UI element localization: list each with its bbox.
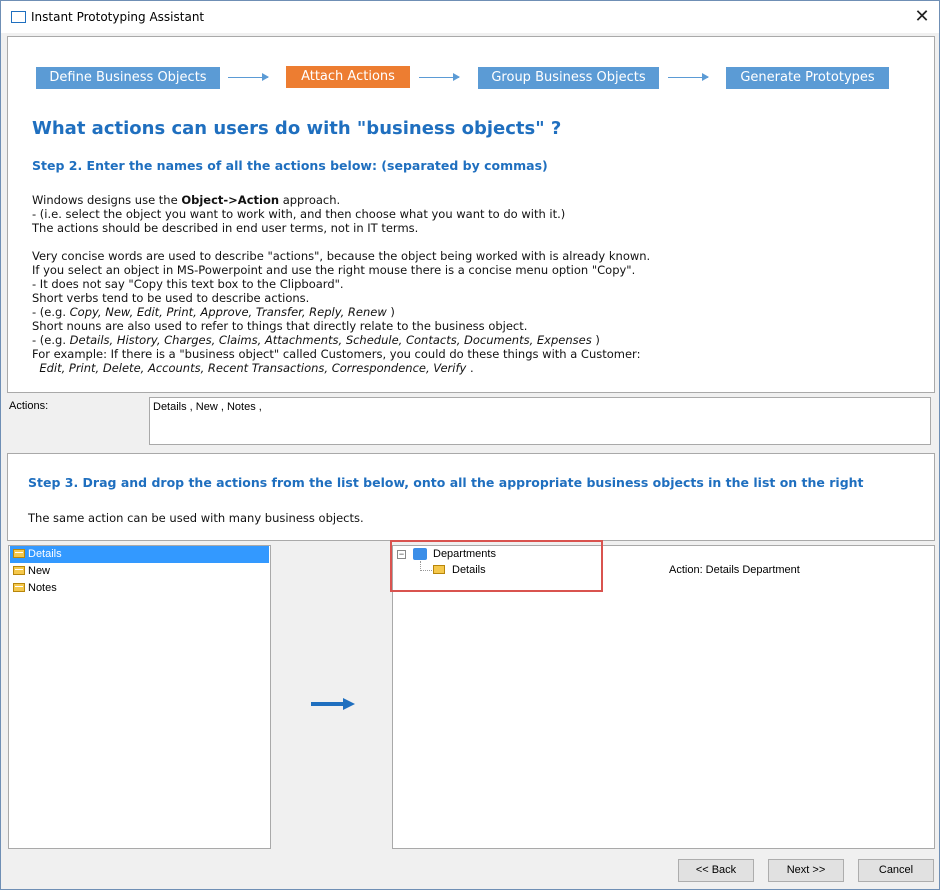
text-line: - (e.g. (32, 333, 70, 347)
list-item[interactable]: New (10, 563, 269, 580)
highlight-box (390, 540, 603, 592)
step-generate-prototypes[interactable]: Generate Prototypes (726, 67, 889, 89)
window-title: Instant Prototyping Assistant (31, 10, 205, 24)
text-line: approach. (279, 193, 341, 207)
action-description: Action: Details Department (669, 564, 800, 576)
text-line: Short verbs tend to be used to describe … (32, 291, 310, 305)
list-item-label: Notes (28, 582, 57, 594)
list-item[interactable]: Notes (10, 580, 269, 597)
action-list[interactable]: Details New Notes (8, 545, 271, 849)
right-arrow-icon (311, 698, 355, 710)
app-window-icon (11, 11, 26, 23)
text-line: - It does not say "Copy this text box to… (32, 277, 344, 291)
instructions-text: Windows designs use the Object->Action a… (32, 193, 650, 375)
step3-panel: Step 3. Drag and drop the actions from t… (7, 453, 935, 541)
folder-icon (13, 566, 25, 575)
next-button[interactable]: Next >> (768, 859, 844, 882)
customer-action-examples: Edit, Print, Delete, Accounts, Recent Tr… (39, 361, 467, 375)
object-action-term: Object->Action (181, 193, 280, 207)
text-line: ) (591, 333, 600, 347)
text-line: Very concise words are used to describe … (32, 249, 651, 263)
step3-heading: Step 3. Drag and drop the actions from t… (28, 475, 864, 490)
verb-examples: Copy, New, Edit, Print, Approve, Transfe… (69, 305, 387, 319)
text-line: If you select an object in MS-Powerpoint… (32, 263, 636, 277)
back-button[interactable]: << Back (678, 859, 754, 882)
actions-input[interactable]: Details , New , Notes , (149, 397, 931, 445)
dialog-window: Instant Prototyping Assistant ✕ Define B… (0, 0, 940, 890)
text-line: Short nouns are also used to refer to th… (32, 319, 528, 333)
text-line: . (466, 361, 474, 375)
step2-heading: Step 2. Enter the names of all the actio… (32, 158, 548, 173)
step-arrow-icon (419, 73, 460, 81)
step-arrow-icon (668, 73, 709, 81)
list-item-label: New (28, 565, 51, 577)
folder-icon (13, 583, 25, 592)
wizard-steps: Define Business Objects Attach Actions G… (8, 37, 934, 97)
text-line: The actions should be described in end u… (32, 221, 419, 235)
text-line: Windows designs use the (32, 193, 182, 207)
close-button[interactable]: ✕ (907, 3, 937, 31)
list-item[interactable]: Details (10, 546, 269, 563)
step-define-business-objects[interactable]: Define Business Objects (36, 67, 220, 89)
text-line: - (i.e. select the object you want to wo… (32, 207, 566, 221)
step-arrow-icon (228, 73, 269, 81)
cancel-button[interactable]: Cancel (858, 859, 934, 882)
step3-text: The same action can be used with many bu… (28, 511, 364, 525)
step-attach-actions[interactable]: Attach Actions (286, 66, 410, 88)
text-line: - (e.g. (32, 305, 70, 319)
folder-icon (13, 549, 25, 558)
title-bar: Instant Prototyping Assistant ✕ (1, 1, 939, 33)
text-line: For example: If there is a "business obj… (32, 347, 641, 361)
instructions-panel: Define Business Objects Attach Actions G… (7, 36, 935, 393)
actions-label: Actions: (9, 400, 49, 412)
list-item-label: Details (28, 548, 62, 560)
noun-examples: Details, History, Charges, Claims, Attac… (69, 333, 592, 347)
step-group-business-objects[interactable]: Group Business Objects (478, 67, 659, 89)
text-line: ) (386, 305, 395, 319)
page-heading: What actions can users do with "business… (32, 118, 562, 139)
